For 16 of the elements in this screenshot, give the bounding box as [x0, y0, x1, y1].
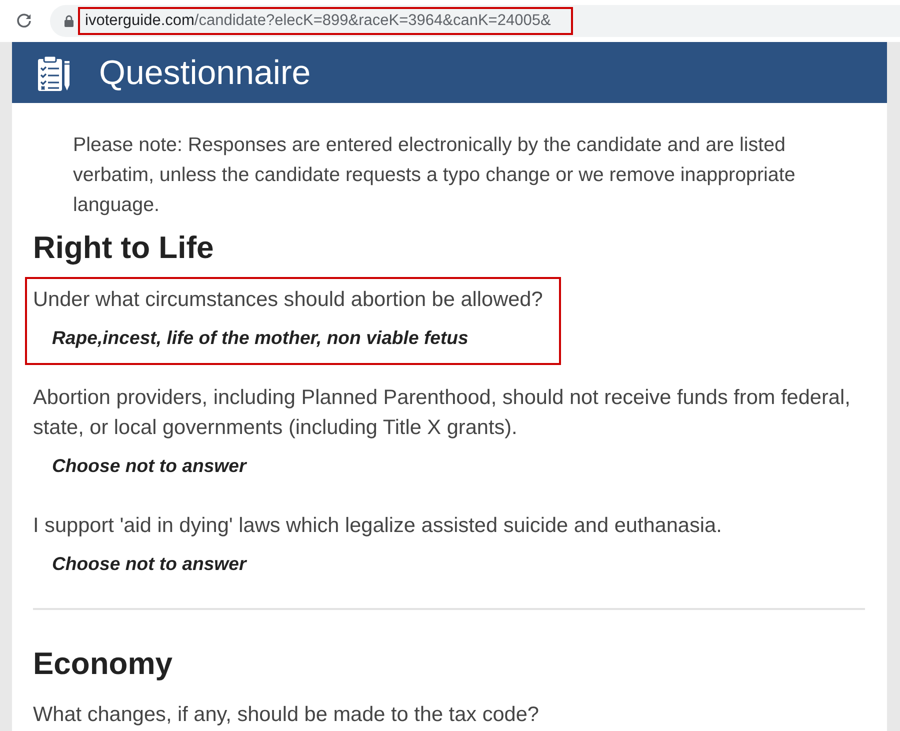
question-text: I support 'aid in dying' laws which legalize assisted suicide and euthanasia. [33, 513, 722, 539]
lock-icon [64, 15, 74, 27]
answer-text: Choose not to answer [52, 454, 248, 478]
answer-text: Rape,incest, life of the mother, non viable fetus [52, 326, 470, 350]
section-heading: Right to Life [33, 230, 215, 266]
address-bar[interactable]: ivoterguide.com/candidate?elecK=899&raceK=3964&canK=24005& [50, 5, 900, 37]
section-heading: Economy [33, 646, 174, 682]
answer-text: Choose not to answer [52, 552, 248, 576]
question-text: Abortion providers, including Planned Parenthood, should not receive funds from federal, state, or local governments (including Title X grants). [33, 385, 852, 441]
note-text: Please note: Responses are entered electronically by the candidate and are listed verbatim, unless the candidate requests a typo change or we remove inappropriate language. [73, 133, 796, 218]
page-title: Questionnaire [99, 52, 311, 92]
url-text: ivoterguide.com/candidate?elecK=899&raceK=3964&canK=24005& [85, 12, 551, 30]
question-text: What changes, if any, should be made to the tax code? [33, 702, 539, 728]
reload-icon[interactable] [16, 13, 32, 29]
question-text: Under what circumstances should abortion be allowed? [33, 287, 543, 313]
clipboard-icon [37, 54, 71, 90]
